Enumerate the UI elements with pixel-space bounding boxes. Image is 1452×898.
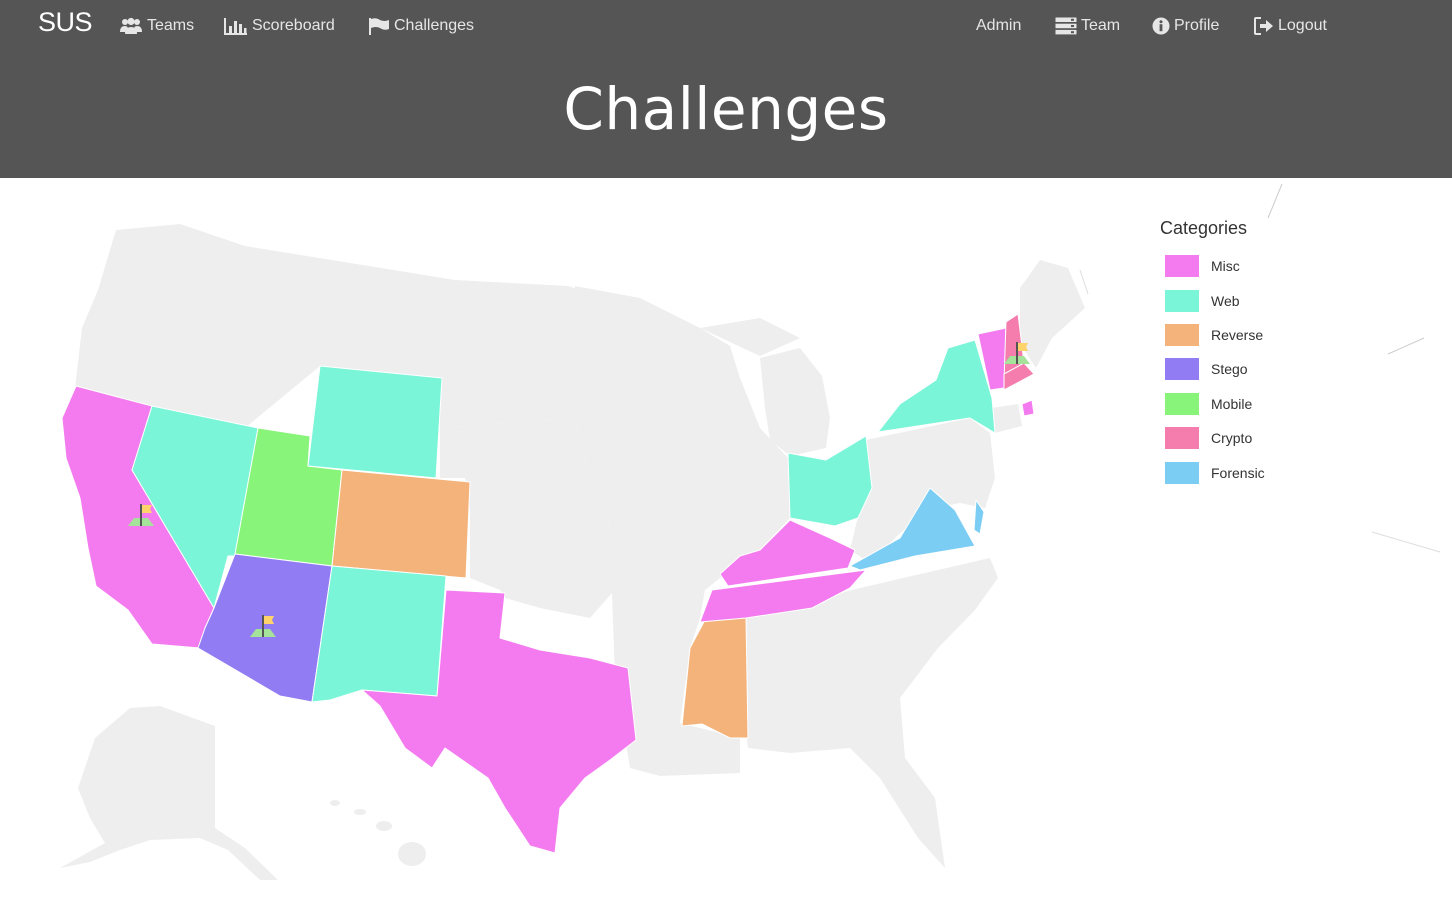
- nav-teams-label: Teams: [147, 17, 195, 34]
- nav-scoreboard-link[interactable]: Scoreboard: [224, 14, 335, 38]
- brand-logo[interactable]: SUS: [38, 7, 93, 38]
- legend-swatch: [1165, 392, 1199, 415]
- maine: [1020, 260, 1085, 368]
- michigan: [760, 348, 830, 456]
- flag-icon: [369, 18, 389, 35]
- legend-swatch: [1165, 461, 1199, 484]
- nav-challenges-link[interactable]: Challenges: [368, 14, 474, 38]
- legend-label: Web: [1211, 292, 1240, 309]
- server-icon: [1055, 17, 1077, 35]
- nav-team-link[interactable]: Team: [1055, 14, 1120, 38]
- bar-chart-icon: [224, 18, 247, 35]
- nav-team-label: Team: [1081, 17, 1121, 34]
- page-title: Challenges: [563, 75, 889, 143]
- hawaii-big-island: [398, 842, 426, 866]
- legend-item-stego[interactable]: Stego: [1160, 352, 1310, 386]
- users-icon: [120, 17, 142, 34]
- legend-swatch: [1165, 255, 1199, 278]
- flag-pole-icon: [140, 504, 142, 526]
- legend-item-crypto[interactable]: Crypto: [1160, 421, 1310, 455]
- legend-item-misc[interactable]: Misc: [1160, 249, 1310, 283]
- state-rhode-island[interactable]: [1021, 399, 1035, 417]
- legend-swatch: [1165, 323, 1199, 346]
- alaska: [60, 706, 278, 880]
- legend-swatch: [1165, 289, 1199, 312]
- nav-logout-label: Logout: [1278, 17, 1327, 34]
- page-header: Challenges: [0, 52, 1452, 178]
- nav-profile-label: Profile: [1174, 17, 1220, 34]
- legend-swatch: [1165, 427, 1199, 450]
- nav-admin-link[interactable]: Admin: [976, 14, 1021, 38]
- nav-admin-label: Admin: [976, 17, 1022, 34]
- legend-label: Misc: [1211, 258, 1240, 275]
- hawaii-maui: [376, 821, 392, 831]
- decor-line: [1079, 269, 1089, 295]
- logout-icon: [1254, 17, 1273, 35]
- legend-item-web[interactable]: Web: [1160, 283, 1310, 317]
- state-new-york[interactable]: [877, 339, 996, 434]
- nav-scoreboard-label: Scoreboard: [252, 17, 335, 34]
- legend-label: Reverse: [1211, 326, 1264, 343]
- legend-label: Crypto: [1211, 430, 1253, 447]
- legend-item-mobile[interactable]: Mobile: [1160, 387, 1310, 421]
- nav-teams-link[interactable]: Teams: [119, 14, 194, 38]
- state-wyoming[interactable]: [307, 365, 443, 479]
- legend-item-reverse[interactable]: Reverse: [1160, 318, 1310, 352]
- info-circle-icon: [1152, 17, 1170, 35]
- state-colorado[interactable]: [331, 469, 471, 579]
- nav-profile-link[interactable]: Profile: [1152, 14, 1219, 38]
- legend-swatch: [1165, 358, 1199, 381]
- nav-logout-link[interactable]: Logout: [1254, 14, 1327, 38]
- decor-line: [1267, 183, 1283, 219]
- legend-label: Forensic: [1211, 464, 1265, 481]
- legend-label: Mobile: [1211, 395, 1253, 412]
- decor-line: [1387, 337, 1425, 355]
- legend-item-forensic[interactable]: Forensic: [1160, 455, 1310, 489]
- hawaii-oahu: [330, 800, 340, 806]
- top-navbar: SUS Teams Scoreboard Challenges Admin Te…: [0, 0, 1452, 52]
- connecticut: [992, 404, 1022, 433]
- categories-legend: Categories Misc Web Reverse Stego Mobile…: [1160, 218, 1310, 490]
- legend-label: Stego: [1211, 361, 1248, 378]
- hawaii-molokai: [354, 809, 366, 815]
- decor-line: [1371, 531, 1441, 553]
- flag-pole-icon: [1016, 342, 1018, 364]
- flag-pole-icon: [262, 615, 264, 637]
- state-new-mexico[interactable]: [311, 565, 447, 703]
- nav-challenges-label: Challenges: [394, 17, 475, 34]
- legend-title: Categories: [1160, 218, 1248, 238]
